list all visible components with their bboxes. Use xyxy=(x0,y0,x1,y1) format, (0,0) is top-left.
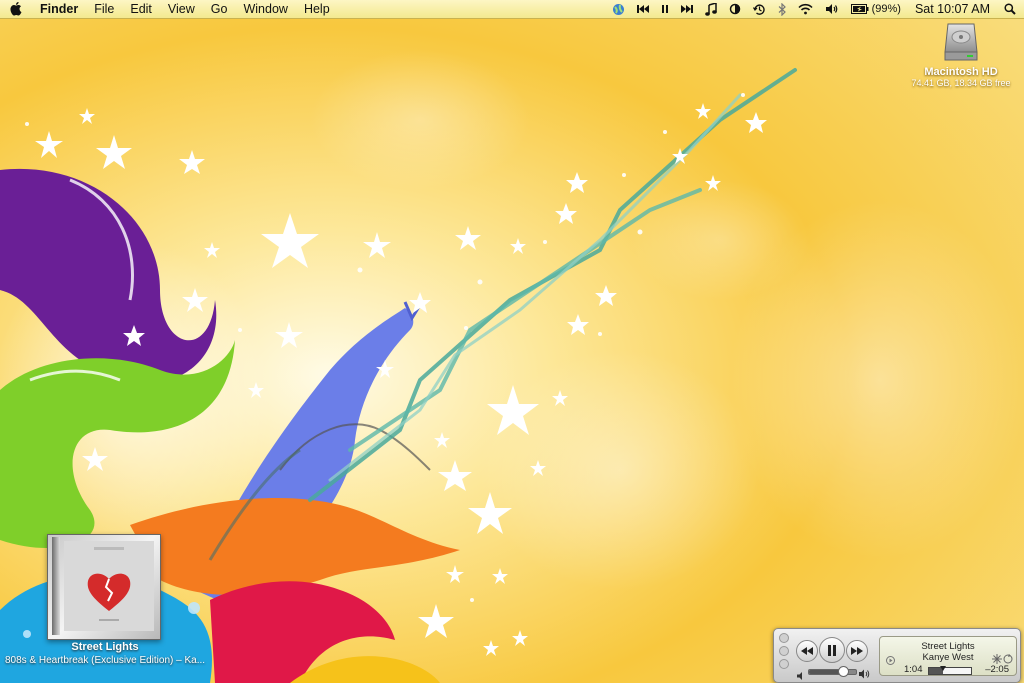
album-subtitle: 808s & Heartbreak (Exclusive Edition) – … xyxy=(4,655,206,666)
lcd-display: Street Lights Kanye West 1:04 –2:05 xyxy=(879,636,1017,676)
album-jewel-case xyxy=(47,534,161,640)
close-button[interactable] xyxy=(779,633,789,643)
macintosh-hd-desktop-icon[interactable]: Macintosh HD 74.41 GB, 18.34 GB free xyxy=(905,22,1017,88)
drive-name: Macintosh HD xyxy=(924,66,998,78)
itunes-next-icon[interactable] xyxy=(680,0,693,18)
music-note-icon[interactable] xyxy=(704,0,717,18)
itunes-pause-icon[interactable] xyxy=(661,0,669,18)
itunes-previous-icon[interactable] xyxy=(636,0,649,18)
hard-drive-icon xyxy=(943,22,979,62)
time-machine-icon[interactable] xyxy=(752,0,766,18)
volume-icon[interactable] xyxy=(825,0,839,18)
spotlight-icon[interactable] xyxy=(1004,0,1016,18)
itunes-mini-player[interactable]: Street Lights Kanye West 1:04 –2:05 xyxy=(773,628,1021,683)
play-pause-button[interactable] xyxy=(819,637,845,663)
battery-percent: (99%) xyxy=(871,3,901,15)
snowflake-visualizer-icon[interactable] xyxy=(992,651,1002,669)
sync-icon[interactable] xyxy=(729,0,741,18)
pause-icon xyxy=(828,644,836,656)
minimize-button[interactable] xyxy=(779,646,789,656)
progress-bar[interactable] xyxy=(928,666,972,675)
album-cover-art xyxy=(64,541,154,631)
drive-info: 74.41 GB, 18.34 GB free xyxy=(911,78,1011,88)
volume-max-icon xyxy=(859,666,870,683)
zoom-button[interactable] xyxy=(779,659,789,669)
loop-icon[interactable] xyxy=(1003,651,1013,669)
apple-menu-icon[interactable] xyxy=(10,1,24,17)
battery-status[interactable]: (99%) xyxy=(850,0,901,18)
wifi-icon[interactable] xyxy=(798,0,813,18)
menubar-clock[interactable]: Sat 10:07 AM xyxy=(915,0,990,18)
battery-icon xyxy=(850,4,869,14)
menu-bar: Finder File Edit View Go Window Help (99… xyxy=(0,0,1024,19)
desktop: Finder File Edit View Go Window Help (99… xyxy=(0,0,1024,683)
menu-edit[interactable]: Edit xyxy=(130,0,152,18)
album-track-title: Street Lights xyxy=(71,641,139,653)
fast-forward-icon xyxy=(851,647,863,655)
next-track-button[interactable] xyxy=(846,640,868,662)
menu-go[interactable]: Go xyxy=(211,0,228,18)
network-globe-icon[interactable] xyxy=(612,0,625,18)
menu-window[interactable]: Window xyxy=(243,0,287,18)
menu-finder[interactable]: Finder xyxy=(40,0,78,18)
menu-view[interactable]: View xyxy=(168,0,195,18)
bluetooth-icon[interactable] xyxy=(778,0,786,18)
previous-track-button[interactable] xyxy=(796,640,818,662)
elapsed-time: 1:04 xyxy=(904,664,923,675)
volume-slider[interactable] xyxy=(808,666,857,677)
volume-min-icon xyxy=(797,667,805,683)
menu-file[interactable]: File xyxy=(94,0,114,18)
rewind-icon xyxy=(801,647,813,655)
menu-help[interactable]: Help xyxy=(304,0,330,18)
